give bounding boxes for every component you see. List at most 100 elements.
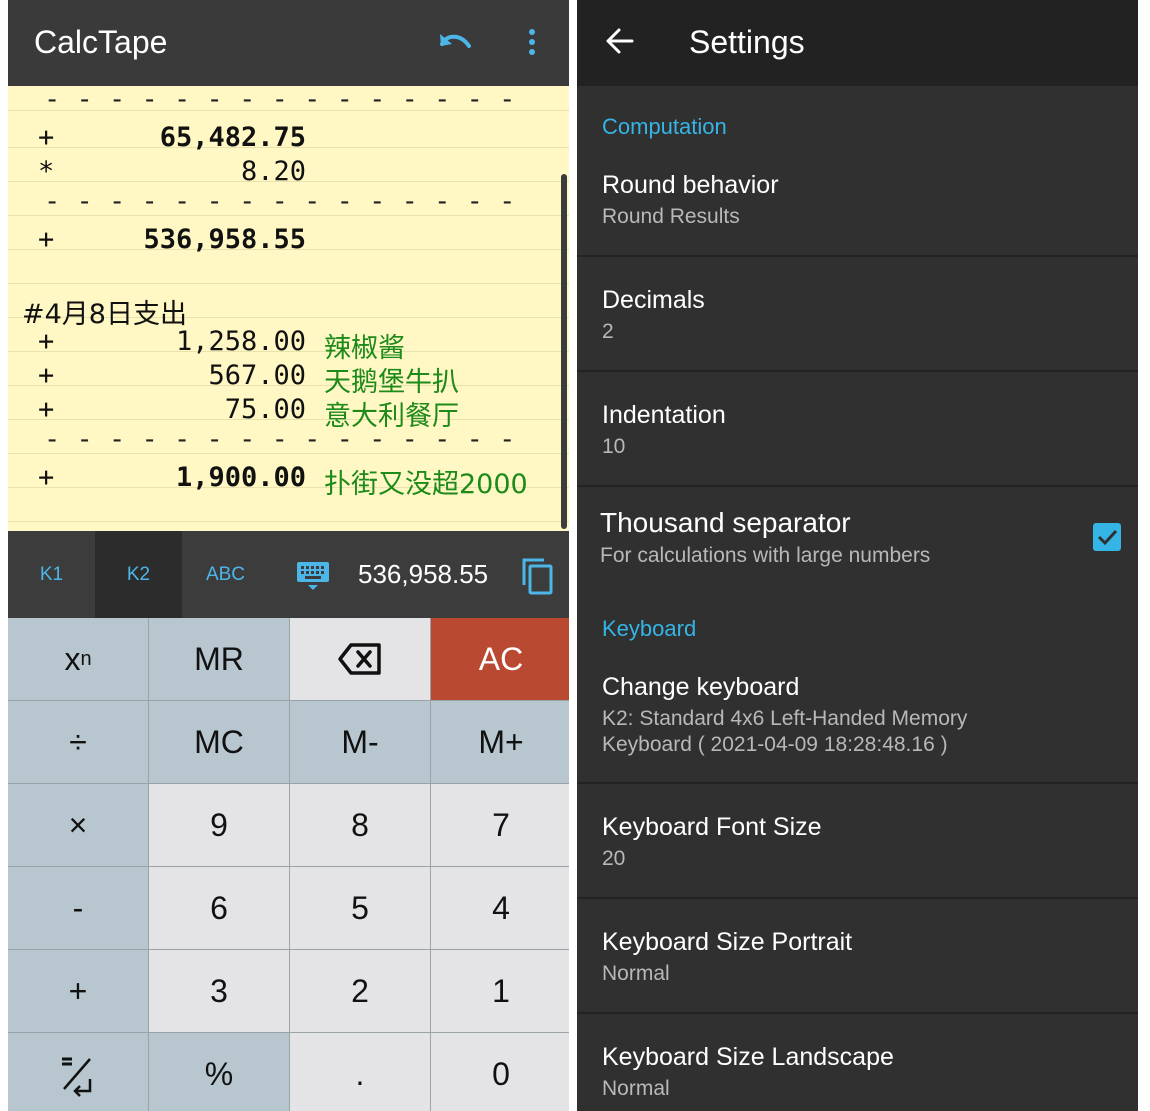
tape-row[interactable]: + 1,900.00 扑街又没超2000 [8,460,569,500]
setting-summary: Round Results [602,205,740,228]
tape-separator: - - - - - - - - - - - - - - - [8,424,569,460]
key-label: × [68,806,88,843]
equals-enter-icon [62,1057,92,1097]
thousand-separator-checkbox[interactable] [1093,523,1121,551]
key-label: . [355,1055,365,1092]
tape-row[interactable]: + 1,258.00 辣椒酱 [8,324,569,364]
key-label: x [64,640,81,677]
tape-number: 1,900.00 [175,462,306,493]
setting-summary: 10 [602,435,626,458]
tape-operator: + [38,360,55,391]
setting-summary: K2: Standard 4x6 Left-Handed Memory [602,707,968,730]
setting-title: Keyboard Size Portrait [602,928,853,956]
key-label: 5 [351,889,369,926]
m-minus-key[interactable]: M- [290,701,430,783]
tape-note: 扑街又没超2000 [324,469,528,500]
backspace-key[interactable] [290,618,430,700]
decimal-point-key[interactable]: . [290,1033,430,1111]
digit-5-key[interactable]: 5 [290,867,430,949]
key-label: AC [478,640,524,677]
digit-9-key[interactable]: 9 [149,784,289,866]
setting-summary: Keyboard ( 2021-04-09 18:28:48.16 ) [602,733,948,756]
digit-7-key[interactable]: 7 [431,784,569,866]
backspace-icon [338,643,381,675]
setting-title: Keyboard Size Landscape [602,1043,894,1071]
divider [577,255,1138,257]
tape-operator: + [38,224,55,255]
divider [577,370,1138,372]
tape-number: 75.00 [224,394,306,425]
setting-title: Thousand separator [600,507,851,538]
setting-summary: Normal [602,1077,670,1100]
tape-operator: + [38,462,55,493]
mc-key[interactable]: MC [149,701,289,783]
digit-6-key[interactable]: 6 [149,867,289,949]
tape-row[interactable]: * 8.20 [8,154,569,188]
minus-key[interactable]: - [8,867,148,949]
settings-app-bar: Settings [577,0,1138,86]
tape-header-row[interactable]: #4月8日支出 [8,290,569,330]
key-label: 1 [492,972,510,1009]
display-value: 536,958.55 [358,559,489,589]
divide-key[interactable]: ÷ [8,701,148,783]
tab-k1[interactable]: K1 [8,531,95,618]
percent-key[interactable]: % [149,1033,289,1111]
key-label: 0 [492,1055,510,1092]
mr-key[interactable]: MR [149,618,289,700]
m-plus-key[interactable]: M+ [431,701,569,783]
setting-summary: For calculations with large numbers [600,544,931,567]
tape-number: 536,958.55 [143,224,306,255]
digit-0-key[interactable]: 0 [431,1033,569,1111]
key-label: MC [194,723,244,760]
multiply-key[interactable]: × [8,784,148,866]
tape-row[interactable]: + 75.00 意大利餐厅 [8,392,569,432]
more-vert-icon[interactable] [518,26,546,60]
keyboard-icon[interactable] [296,559,330,593]
key-label: 2 [351,972,369,1009]
page-title: Settings [689,24,805,60]
digit-4-key[interactable]: 4 [431,867,569,949]
tape-row[interactable]: + 536,958.55 [8,222,569,256]
key-label: M+ [478,723,524,760]
dash-line: - - - - - - - - - - - - - - - [44,84,516,115]
tape-separator: - - - - - - - - - - - - - - - [8,186,569,222]
key-label: ÷ [69,723,87,760]
tab-abc[interactable]: ABC [182,531,269,618]
tape-operator: + [38,326,55,357]
digit-2-key[interactable]: 2 [290,950,430,1032]
plus-key[interactable]: + [8,950,148,1032]
setting-title: Change keyboard [602,673,800,701]
tape-number: 1,258.00 [175,326,306,357]
tab-k2[interactable]: K2 [95,531,182,618]
key-superscript: n [80,647,92,670]
digit-1-key[interactable]: 1 [431,950,569,1032]
divider [577,782,1138,784]
undo-icon[interactable] [436,26,476,60]
key-label: % [204,1055,234,1092]
power-key[interactable]: xn [8,618,148,700]
setting-summary: 2 [602,320,614,343]
key-label: 4 [492,889,510,926]
tape-row[interactable]: + 567.00 天鹅堡牛扒 [8,358,569,398]
copy-icon[interactable] [520,557,554,595]
digit-3-key[interactable]: 3 [149,950,289,1032]
keypad: xn MR AC ÷ MC M- M+ × 9 8 7 - 6 5 4 + 3 … [8,618,569,1111]
calctape-screen: CalcTape - - - - - - - - - - - - - - - +… [8,0,569,1111]
tape-scrollbar[interactable] [561,174,567,529]
setting-title: Round behavior [602,171,779,199]
key-label: M- [341,723,379,760]
tape-number: 567.00 [208,360,306,391]
setting-title: Indentation [602,401,726,429]
tape-operator: + [38,122,55,153]
setting-summary: 20 [602,847,626,870]
app-bar: CalcTape [8,0,569,86]
key-label: 9 [210,806,228,843]
key-label: 8 [351,806,369,843]
all-clear-key[interactable]: AC [431,618,569,700]
digit-8-key[interactable]: 8 [290,784,430,866]
back-arrow-icon[interactable] [605,26,635,56]
calculation-tape[interactable]: - - - - - - - - - - - - - - - + 65,482.7… [8,84,569,531]
tape-row[interactable]: + 65,482.75 [8,120,569,154]
equals-enter-key[interactable] [8,1033,148,1111]
key-label: 3 [210,972,228,1009]
